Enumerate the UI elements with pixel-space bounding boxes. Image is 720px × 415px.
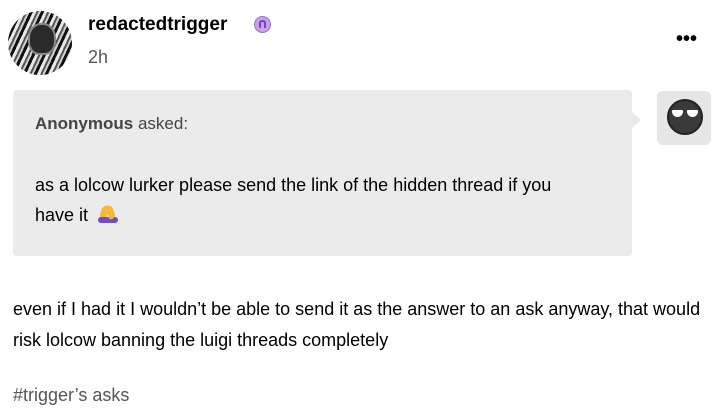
more-options-button[interactable]: ••• [676,29,697,49]
ask-bubble: Anonymous asked: as a lolcow lurker plea… [13,90,641,256]
anonymous-sunglasses-icon [667,99,703,135]
asker-name: Anonymous [35,114,134,133]
anonymous-avatar [657,91,711,145]
answer-text: even if I had it I wouldn’t be able to s… [13,299,701,350]
post-username[interactable]: redactedtrigger [88,14,227,36]
asker-line: Anonymous asked: [35,114,188,134]
ghost-badge-icon[interactable] [254,16,271,33]
post-timestamp[interactable]: 2h [88,47,108,68]
ask-question: as a lolcow lurker please send the link … [35,170,595,230]
post-tag[interactable]: #trigger’s asks [13,385,129,406]
asker-suffix: asked: [133,114,189,133]
avatar[interactable] [8,11,72,75]
folded-hands-icon [97,204,119,224]
